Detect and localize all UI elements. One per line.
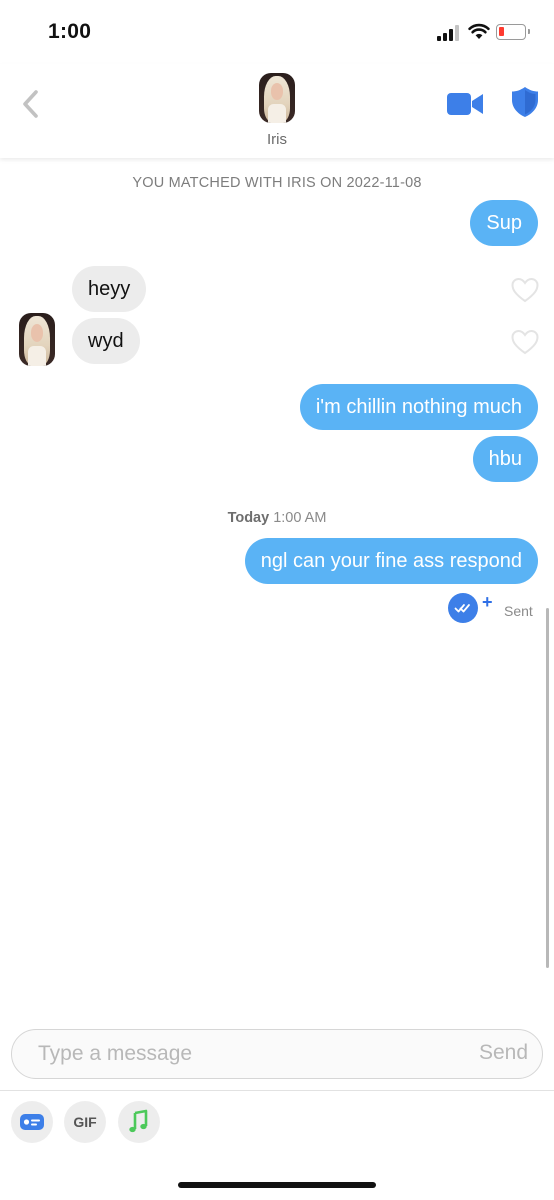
contact-avatar[interactable] <box>259 73 295 123</box>
music-button[interactable] <box>118 1101 160 1143</box>
sent-status: Sent <box>504 603 533 619</box>
message-bubble-incoming[interactable]: heyy <box>72 266 147 312</box>
match-date-note: YOU MATCHED WITH IRIS ON 2022-11-08 <box>132 175 422 191</box>
timestamp-time: 1:00 AM <box>273 510 327 526</box>
contact-name[interactable]: Iris <box>0 131 554 148</box>
video-call-icon[interactable] <box>446 90 484 118</box>
gif-label: GIF <box>73 1114 97 1130</box>
timestamp-divider: Today 1:00 AM <box>0 510 554 526</box>
back-chevron-icon[interactable] <box>14 84 48 124</box>
contact-card-button[interactable] <box>11 1101 53 1143</box>
scrollbar[interactable] <box>546 608 549 968</box>
heart-like-icon[interactable] <box>511 277 539 303</box>
receipt-plus-icon[interactable]: + <box>482 592 493 613</box>
home-indicator[interactable] <box>178 1182 376 1188</box>
contact-card-icon <box>20 1114 44 1130</box>
toolbar-divider <box>0 1090 554 1091</box>
music-note-icon <box>129 1109 148 1133</box>
safety-shield-icon[interactable] <box>511 86 539 118</box>
gif-button[interactable]: GIF <box>64 1101 106 1143</box>
battery-icon <box>496 24 530 40</box>
send-button[interactable]: Send <box>479 1041 528 1065</box>
wifi-icon <box>468 23 490 39</box>
message-composer: Send <box>11 1029 543 1079</box>
heart-like-icon[interactable] <box>511 329 539 355</box>
status-time: 1:00 <box>48 20 92 43</box>
message-bubble-outgoing[interactable]: hbu <box>472 436 538 482</box>
message-bubble-outgoing[interactable]: i'm chillin nothing much <box>299 384 538 430</box>
read-receipt-icon[interactable] <box>447 592 481 624</box>
sender-avatar[interactable] <box>19 313 55 366</box>
status-bar: 1:00 <box>0 0 554 64</box>
message-bubble-incoming[interactable]: wyd <box>72 318 140 364</box>
message-input[interactable] <box>38 1030 438 1078</box>
timestamp-day: Today <box>227 510 270 526</box>
message-bubble-outgoing[interactable]: Sup <box>470 200 538 246</box>
cellular-signal-icon <box>437 25 463 41</box>
message-bubble-outgoing[interactable]: ngl can your fine ass respond <box>244 538 538 584</box>
chat-header: Iris <box>0 64 554 158</box>
